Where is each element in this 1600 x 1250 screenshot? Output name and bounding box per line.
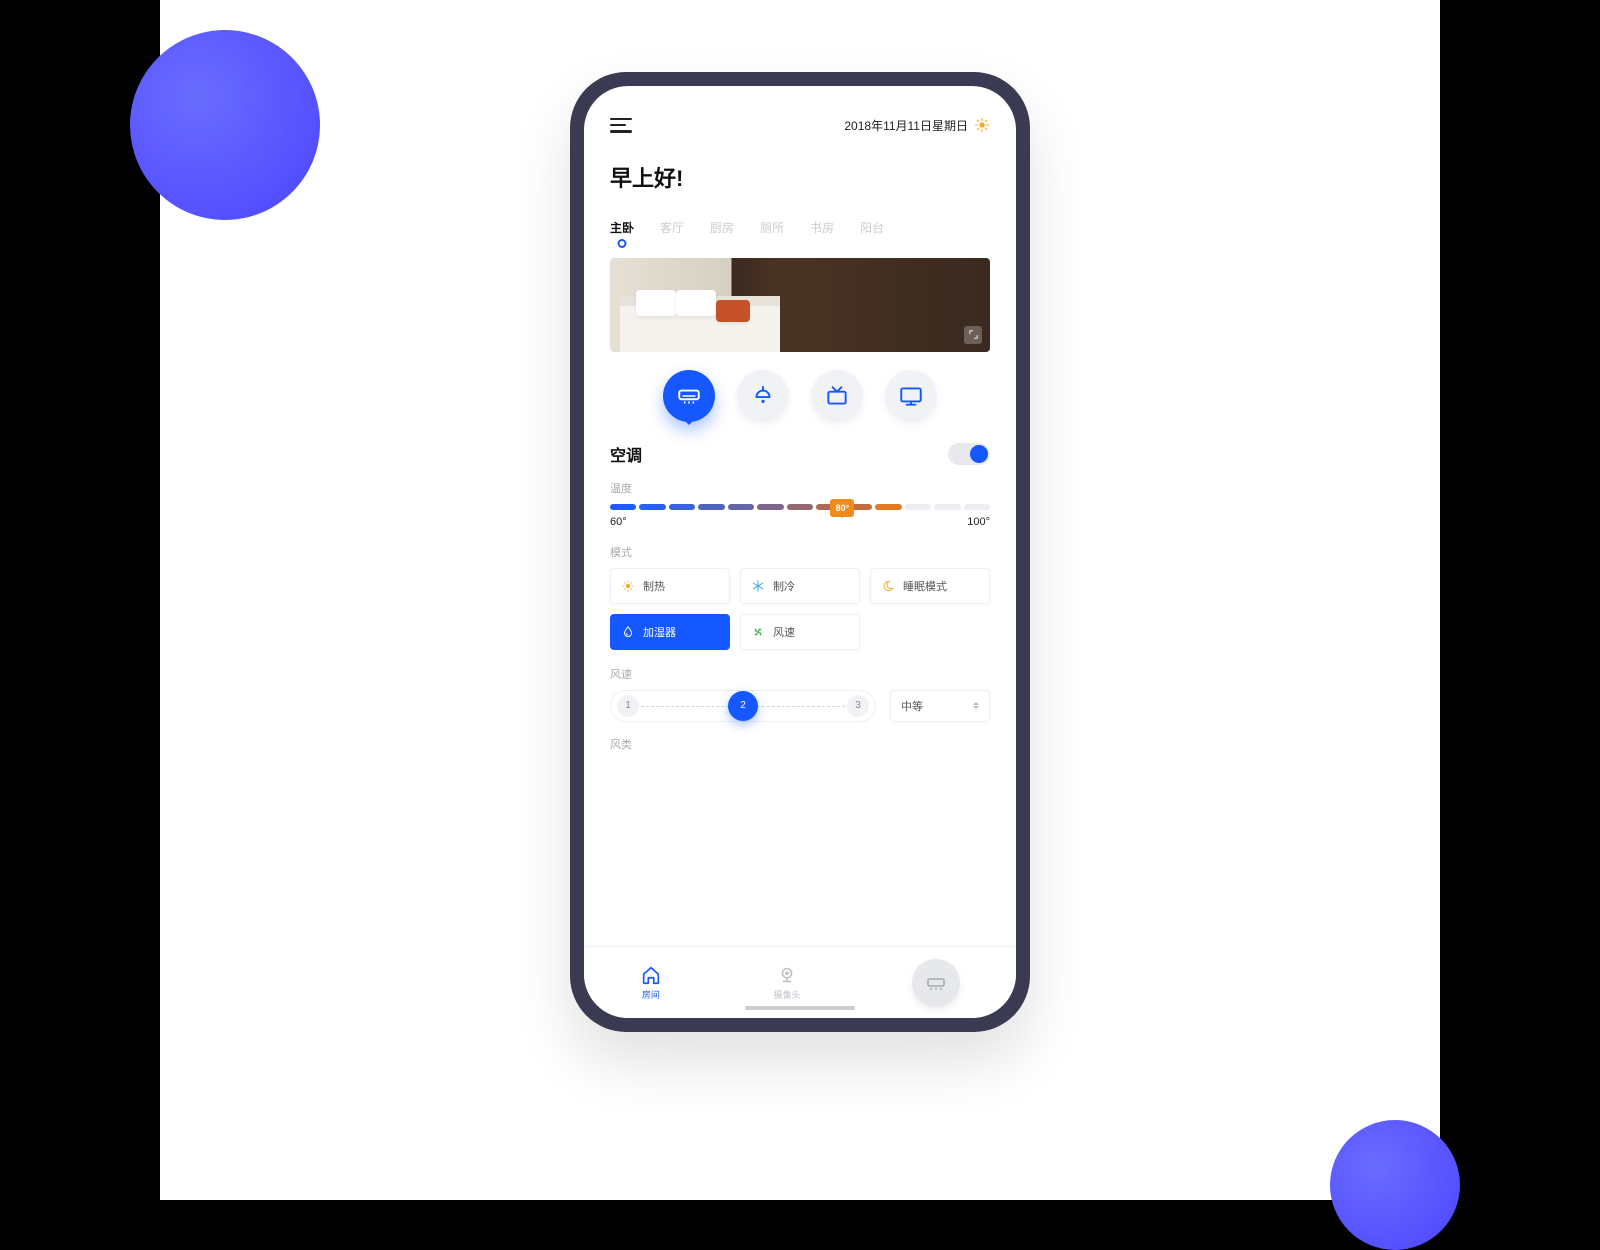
room-tab-3[interactable]: 厕所 bbox=[760, 219, 784, 248]
fan-label: 风速 bbox=[610, 666, 990, 682]
room-tab-2[interactable]: 厨房 bbox=[710, 219, 734, 248]
fan-speed-select[interactable]: 中等 bbox=[890, 690, 990, 722]
phone-frame: 2018年11月11日星期日 早上好! 主卧客厅厨房厕所书房阳台 bbox=[570, 72, 1030, 1032]
moon-icon bbox=[881, 579, 895, 593]
decorative-circle-bottom bbox=[1330, 1120, 1460, 1250]
fan-icon bbox=[751, 625, 765, 639]
fan-level-1[interactable]: 1 bbox=[617, 695, 639, 717]
decorative-circle-top bbox=[130, 30, 320, 220]
nav-label: 摄像头 bbox=[773, 988, 800, 1001]
fan-level-3[interactable]: 3 bbox=[847, 695, 869, 717]
device-ac-icon[interactable] bbox=[663, 370, 715, 422]
home-indicator bbox=[745, 1006, 855, 1010]
room-tabs: 主卧客厅厨房厕所书房阳台 bbox=[610, 219, 990, 248]
room-tab-0[interactable]: 主卧 bbox=[610, 219, 634, 248]
chevron-stepper-icon bbox=[973, 699, 979, 712]
room-tab-5[interactable]: 阳台 bbox=[860, 219, 884, 248]
home-icon bbox=[640, 964, 662, 986]
device-selector bbox=[610, 370, 990, 422]
menu-button[interactable] bbox=[610, 114, 632, 137]
mode-sun[interactable]: 制热 bbox=[610, 568, 730, 604]
ac-unit-icon bbox=[924, 971, 948, 995]
temperature-slider[interactable]: 60° 80° 100° bbox=[610, 504, 990, 528]
sun-icon bbox=[621, 579, 635, 593]
date-display: 2018年11月11日星期日 bbox=[844, 117, 990, 134]
snow-icon bbox=[751, 579, 765, 593]
wind-type-label: 风类 bbox=[610, 736, 990, 752]
device-monitor-icon[interactable] bbox=[885, 370, 937, 422]
mode-drop[interactable]: 加湿器 bbox=[610, 614, 730, 650]
mode-fan[interactable]: 风速 bbox=[740, 614, 860, 650]
nav-fab-button[interactable] bbox=[912, 959, 960, 1007]
date-text: 2018年11月11日星期日 bbox=[844, 117, 968, 134]
mode-snow[interactable]: 制冷 bbox=[740, 568, 860, 604]
mode-label: 模式 bbox=[610, 544, 990, 560]
weather-sun-icon bbox=[974, 117, 990, 133]
drop-icon bbox=[621, 625, 635, 639]
fan-speed-slider[interactable]: 1 2 3 bbox=[610, 690, 876, 722]
screen: 2018年11月11日星期日 早上好! 主卧客厅厨房厕所书房阳台 bbox=[584, 86, 1016, 1018]
section-title: 空调 bbox=[610, 442, 642, 466]
camera-icon bbox=[776, 964, 798, 986]
nav-label: 房间 bbox=[642, 988, 660, 1001]
power-toggle[interactable] bbox=[948, 443, 990, 465]
nav-camera[interactable]: 摄像头 bbox=[773, 964, 800, 1001]
greeting-text: 早上好! bbox=[610, 161, 990, 193]
mode-moon[interactable]: 睡眠模式 bbox=[870, 568, 990, 604]
temp-max: 100° bbox=[967, 516, 990, 528]
device-tv-icon[interactable] bbox=[811, 370, 863, 422]
expand-icon[interactable] bbox=[964, 326, 982, 344]
room-photo[interactable] bbox=[610, 258, 990, 352]
bottom-nav: 房间 摄像头 bbox=[584, 946, 1016, 1018]
device-light-icon[interactable] bbox=[737, 370, 789, 422]
room-tab-1[interactable]: 客厅 bbox=[660, 219, 684, 248]
nav-rooms[interactable]: 房间 bbox=[640, 964, 662, 1001]
mode-grid: 制热制冷睡眠模式加湿器风速 bbox=[610, 568, 990, 650]
temp-label: 温度 bbox=[610, 480, 990, 496]
temp-min: 60° bbox=[610, 516, 627, 528]
fan-level-2[interactable]: 2 bbox=[728, 691, 758, 721]
temp-marker[interactable]: 80° bbox=[830, 499, 854, 517]
fan-select-value: 中等 bbox=[901, 698, 923, 714]
room-tab-4[interactable]: 书房 bbox=[810, 219, 834, 248]
